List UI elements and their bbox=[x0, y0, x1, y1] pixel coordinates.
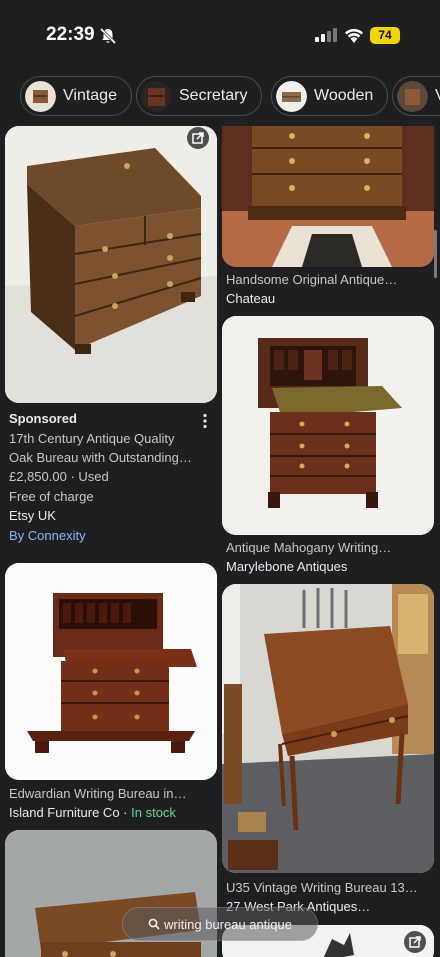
u35-photo bbox=[222, 584, 434, 873]
result-image-handsome-antique[interactable] bbox=[222, 126, 434, 267]
battery-level: 74 bbox=[378, 28, 392, 42]
chip-label: Secretary bbox=[179, 87, 248, 104]
filter-chip-row: Vintage Secretary Wooden V bbox=[0, 76, 440, 116]
ad-shipping: Free of charge bbox=[9, 489, 94, 504]
ad-title-line2[interactable]: Oak Bureau with Outstanding… bbox=[9, 450, 192, 465]
sponsored-label: Sponsored bbox=[9, 411, 77, 426]
chip-thumbnail bbox=[25, 80, 56, 112]
result-title[interactable]: Handsome Original Antique… bbox=[226, 272, 426, 287]
edwardian-photo bbox=[5, 563, 217, 780]
chip-label: Vintage bbox=[63, 87, 117, 104]
chip-wooden[interactable]: Wooden bbox=[271, 76, 389, 116]
chip-secretary[interactable]: Secretary bbox=[136, 76, 263, 116]
ad-title-line1[interactable]: 17th Century Antique Quality bbox=[9, 431, 175, 446]
chip-label: V bbox=[435, 87, 440, 105]
status-time: 22:39 bbox=[46, 24, 95, 45]
in-stock-label: In stock bbox=[131, 805, 176, 820]
result-source: Island Furniture Co bbox=[9, 805, 120, 820]
chip-thumbnail bbox=[276, 80, 307, 112]
wifi-icon bbox=[345, 28, 363, 43]
result-image-edwardian-bureau[interactable] bbox=[5, 563, 217, 780]
result-separator: · bbox=[119, 805, 132, 820]
result-title[interactable]: U35 Vintage Writing Bureau 13… bbox=[226, 880, 432, 895]
result-source: Marylebone Antiques bbox=[226, 559, 348, 574]
result-image-mahogany-writing[interactable] bbox=[222, 316, 434, 535]
bell-off-icon bbox=[99, 27, 117, 45]
search-query: writing bureau antique bbox=[164, 916, 292, 932]
bureau-photo bbox=[5, 126, 217, 403]
result-image-oak-bureau[interactable] bbox=[5, 126, 217, 403]
result-source: Chateau bbox=[226, 291, 276, 306]
result-title[interactable]: Edwardian Writing Bureau in… bbox=[9, 786, 215, 801]
result-title[interactable]: Antique Mahogany Writing… bbox=[226, 540, 426, 555]
ad-price: £2,850.00 · Used bbox=[9, 469, 109, 484]
scrollbar[interactable] bbox=[434, 230, 437, 278]
ad-by-connexity-link[interactable]: By Connexity bbox=[9, 528, 86, 543]
ad-merchant: Etsy UK bbox=[9, 508, 56, 523]
mahogany-photo bbox=[222, 316, 434, 535]
battery-icon: 74 bbox=[370, 27, 400, 44]
chest-photo bbox=[222, 126, 434, 267]
result-source-row: Island Furniture Co · In stock bbox=[9, 805, 176, 820]
chip-thumbnail bbox=[141, 80, 172, 112]
external-link-icon[interactable] bbox=[187, 127, 209, 149]
status-bar: 22:39 74 bbox=[0, 0, 440, 70]
chip-thumbnail bbox=[397, 80, 428, 112]
external-link-icon[interactable] bbox=[404, 931, 426, 953]
signal-icon bbox=[315, 28, 337, 42]
chip-partial[interactable]: V bbox=[392, 76, 440, 116]
search-pill[interactable]: writing bureau antique bbox=[122, 907, 318, 941]
more-vert-icon[interactable] bbox=[200, 413, 210, 429]
chip-label: Wooden bbox=[314, 87, 374, 104]
result-image-u35-vintage[interactable] bbox=[222, 584, 434, 873]
search-icon bbox=[148, 918, 160, 930]
chip-vintage[interactable]: Vintage bbox=[20, 76, 132, 116]
